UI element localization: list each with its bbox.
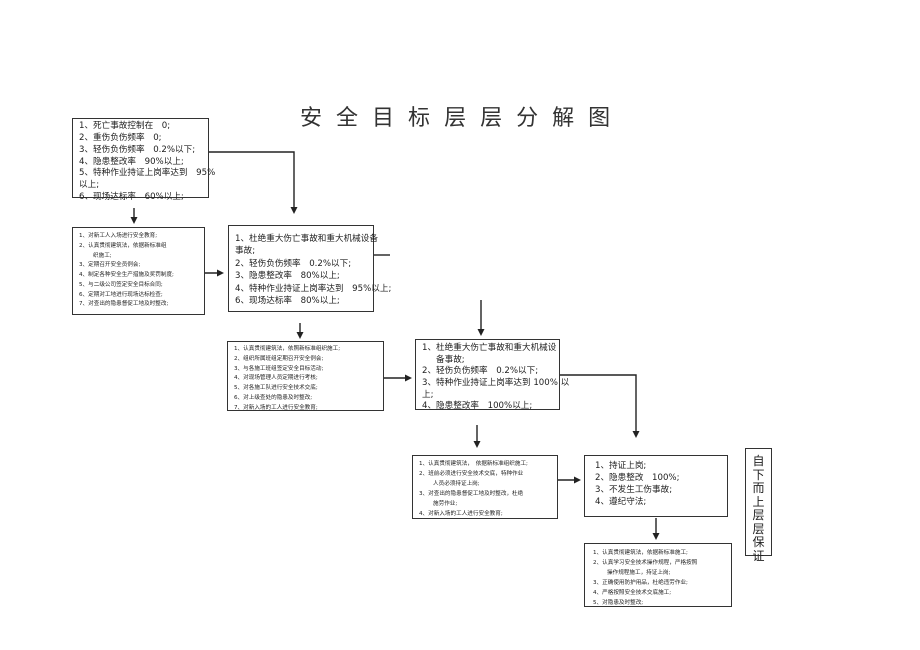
connector-company-to-project xyxy=(209,151,298,214)
connectors xyxy=(130,151,660,540)
connector-team-to-worker xyxy=(560,374,640,438)
